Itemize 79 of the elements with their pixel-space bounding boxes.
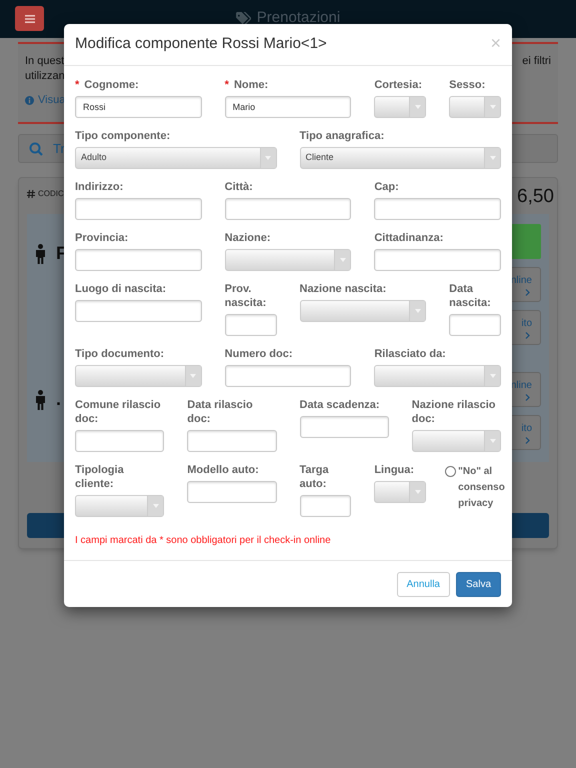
field-label: * Cognome: [75, 78, 140, 92]
select-field[interactable] [300, 300, 426, 322]
select-field[interactable] [374, 96, 426, 118]
select-field[interactable] [374, 365, 501, 387]
tag-icon [236, 12, 251, 25]
field-label: Lingua: [374, 463, 416, 477]
input-field[interactable] [300, 495, 352, 517]
input-field[interactable] [187, 430, 276, 452]
person-icon [35, 244, 46, 264]
input-field[interactable] [75, 430, 164, 452]
field-label: Luogo di nascita: [75, 282, 168, 296]
field-label: * Nome: [224, 78, 270, 92]
info-text: ei filtri [522, 54, 551, 69]
info-text: In quest [25, 54, 66, 69]
field-label: Nazione: [224, 231, 272, 245]
input-field[interactable] [374, 249, 501, 271]
chevron-icon [525, 436, 530, 444]
field-label: Indirizzo: [75, 180, 124, 194]
checkbox-label: "No" al consenso privacy [458, 465, 506, 511]
field-label: Numero doc: [224, 347, 294, 361]
select-field[interactable] [412, 430, 501, 452]
input-field[interactable] [75, 249, 202, 271]
select-field[interactable]: Cliente [300, 147, 501, 169]
hash-icon [27, 190, 35, 198]
field-label: Tipo anagrafica: [300, 129, 386, 143]
field-label: Modello auto: [187, 463, 260, 477]
input-field[interactable] [300, 416, 389, 438]
select-field[interactable] [224, 249, 352, 271]
input-field[interactable] [374, 198, 501, 220]
chevron-icon [525, 394, 530, 400]
field-label: Cortesia: [374, 78, 424, 92]
input-field[interactable] [449, 314, 501, 336]
info-icon [25, 96, 34, 105]
input-field[interactable] [75, 300, 202, 322]
field-label: Provincia: [75, 231, 130, 245]
code-label: CODIC [38, 188, 64, 200]
input-field[interactable] [75, 198, 202, 220]
amount-text: 6,50 [517, 185, 554, 209]
required-note: I campi marcati da * sono obbligatori per il check-in online [75, 534, 332, 548]
field-label: Comune rilascio doc: [75, 398, 162, 426]
select-field[interactable] [75, 495, 164, 517]
field-label: Nazione nascita: [300, 282, 388, 296]
field-label: Rilasciato da: [374, 347, 447, 361]
select-field[interactable] [75, 365, 202, 387]
field-label: Tipo documento: [75, 347, 166, 361]
input-field[interactable] [224, 314, 276, 336]
select-field[interactable]: Adulto [75, 147, 276, 169]
select-field[interactable] [374, 481, 426, 503]
checkbox[interactable] [445, 466, 456, 477]
field-label: Data rilascio doc: [187, 398, 254, 426]
guest-name: . [56, 388, 62, 411]
field-label: Data scadenza: [300, 398, 381, 412]
menu-icon [24, 14, 34, 22]
field-label: Tipo componente: [75, 129, 172, 143]
select-field[interactable] [449, 96, 501, 118]
menu-button[interactable] [15, 6, 44, 31]
field-label: Data nascita: [449, 282, 492, 310]
field-label: Città: [224, 180, 254, 194]
chevron-icon [525, 288, 530, 296]
search-icon [29, 142, 43, 156]
field-label: Tipologia cliente: [75, 463, 125, 491]
input-field[interactable] [187, 481, 276, 503]
info-text: utilizzan [25, 69, 66, 84]
person-icon [35, 390, 46, 410]
field-label: Cap: [374, 180, 400, 194]
input-field[interactable]: Rossi [75, 96, 202, 118]
field-label: Targa auto: [300, 463, 330, 491]
chevron-icon [525, 332, 530, 338]
input-field[interactable] [224, 365, 352, 387]
input-field[interactable] [224, 198, 352, 220]
save-button[interactable]: Salva [456, 572, 501, 596]
dialog-title: Modifica componente Rossi Mario<1> [75, 34, 327, 54]
page-title: Prenotazioni [256, 8, 340, 28]
search-text: Tr [53, 140, 65, 158]
input-field[interactable]: Mario [224, 96, 352, 118]
field-label: Prov. nascita: [224, 282, 268, 310]
field-label: Cittadinanza: [374, 231, 444, 245]
field-label: Sesso: [449, 78, 486, 92]
field-label: Nazione rilascio doc: [412, 398, 497, 426]
